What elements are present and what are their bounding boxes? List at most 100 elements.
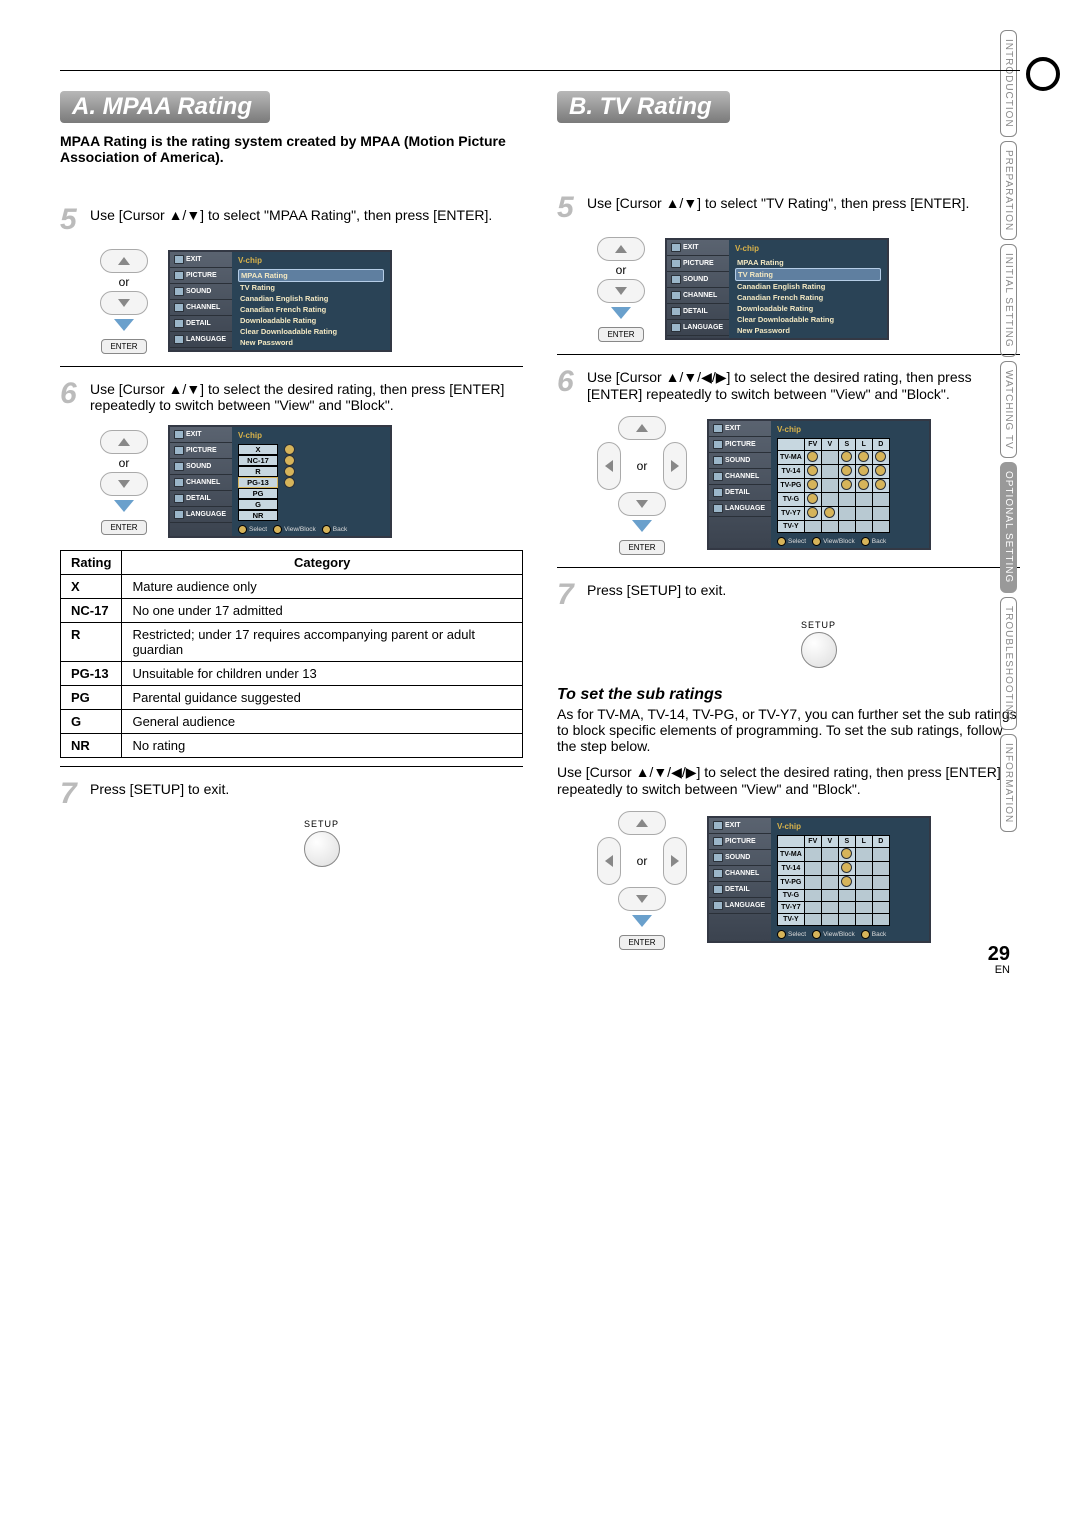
a-step7-text: Press [SETUP] to exit. [90, 781, 229, 809]
lock-icon [284, 444, 295, 455]
cursor-left-icon [597, 442, 621, 490]
hdr: V [821, 439, 838, 451]
osd-side-sound: SOUND [186, 288, 211, 295]
hdr: D [872, 836, 889, 848]
osd-side: EXIT [725, 822, 741, 829]
osd-side: DETAIL [725, 489, 750, 496]
osd-item-mpaa-rating: MPAA Rating [238, 269, 384, 282]
osd-item: Downloadable Rating [238, 315, 384, 326]
osd-rating-nc17: NC-17 [238, 455, 278, 466]
row: TV-PG [778, 876, 805, 890]
row: TV-Y [778, 521, 805, 533]
row: TV-14 [778, 465, 805, 479]
osd-mpaa-ratings: EXIT PICTURE SOUND CHANNEL DETAIL LANGUA… [168, 425, 392, 538]
osd-rating-r: R [238, 466, 278, 477]
or-label: or [597, 263, 645, 277]
osd-status: Back [872, 931, 886, 938]
hdr: V [821, 836, 838, 848]
row: TV-G [778, 493, 805, 507]
osd-side: CHANNEL [725, 870, 759, 877]
lock-icon [284, 455, 295, 466]
osd-status: View/Block [823, 931, 855, 938]
osd-item-tv-rating: TV Rating [735, 268, 881, 281]
side-tab-initial-setting: INITIAL SETTING [1000, 244, 1017, 357]
side-tab-introduction: INTRODUCTION [1000, 30, 1017, 137]
a-step6-text: Use [Cursor ▲/▼] to select the desired r… [90, 381, 523, 413]
osd-item: Canadian English Rating [238, 293, 384, 304]
section-b-title: B. TV Rating [557, 91, 730, 123]
column-a: A. MPAA Rating MPAA Rating is the rating… [60, 91, 523, 962]
setup-label: SETUP [617, 620, 1020, 630]
dpad-cluster: or ENTER [597, 809, 687, 950]
osd-side: SOUND [725, 854, 750, 861]
osd-side: LANGUAGE [683, 324, 723, 331]
osd-side: EXIT [186, 431, 202, 438]
osd-side-exit: EXIT [186, 256, 202, 263]
cursor-down-icon [100, 472, 148, 496]
step-number-6: 6 [557, 367, 579, 402]
cursor-down-icon [618, 492, 666, 516]
side-tab-troubleshooting: TROUBLESHOOTING [1000, 597, 1017, 731]
enter-button-icon: ENTER [101, 339, 146, 354]
osd-side: PICTURE [725, 838, 756, 845]
row: TV-Y [778, 914, 805, 926]
b-step6-text: Use [Cursor ▲/▼/◀/▶] to select the desir… [587, 369, 1020, 402]
osd-side-language: LANGUAGE [186, 336, 226, 343]
osd-side: LANGUAGE [725, 902, 765, 909]
osd-side: LANGUAGE [725, 505, 765, 512]
row: TV-MA [778, 451, 805, 465]
step-number-7: 7 [60, 779, 82, 809]
press-indicator-icon [114, 319, 134, 331]
osd-side: LANGUAGE [186, 511, 226, 518]
or-label: or [637, 459, 648, 473]
hdr: S [838, 439, 855, 451]
osd-item: Clear Downloadable Rating [735, 314, 881, 325]
osd-item: New Password [735, 325, 881, 336]
row: TV-PG [778, 479, 805, 493]
subratings-heading: To set the sub ratings [557, 686, 1020, 704]
table-header-rating: Rating [61, 551, 122, 575]
side-tabs: INTRODUCTION PREPARATION INITIAL SETTING… [1000, 30, 1080, 836]
lock-icon [284, 477, 295, 488]
cell: NC-17 [61, 599, 122, 623]
side-tab-preparation: PREPARATION [1000, 141, 1017, 240]
osd-side: SOUND [186, 463, 211, 470]
row: TV-G [778, 890, 805, 902]
page-footer: 29 EN [988, 943, 1010, 976]
cursor-down-icon [597, 279, 645, 303]
osd-rating-x: X [238, 444, 278, 455]
osd-status-viewblock: View/Block [284, 526, 316, 533]
setup-cluster: SETUP [120, 819, 523, 867]
step-number-5: 5 [557, 193, 579, 223]
osd-side-detail: DETAIL [186, 320, 211, 327]
b-step6: 6 Use [Cursor ▲/▼/◀/▶] to select the des… [557, 367, 1020, 402]
hdr: D [872, 439, 889, 451]
osd-status: Select [788, 538, 806, 545]
osd-rating-pg: PG [238, 488, 278, 499]
osd-item: Downloadable Rating [735, 303, 881, 314]
setup-label: SETUP [120, 819, 523, 829]
osd-side: EXIT [683, 244, 699, 251]
a-step6: 6 Use [Cursor ▲/▼] to select the desired… [60, 379, 523, 413]
row: TV-Y7 [778, 902, 805, 914]
cell: No rating [122, 734, 523, 758]
cell: No one under 17 admitted [122, 599, 523, 623]
or-label: or [100, 456, 148, 470]
osd-tv-ratings-grid: EXIT PICTURE SOUND CHANNEL DETAIL LANGUA… [707, 419, 931, 550]
side-tab-watching-tv: WATCHING TV [1000, 361, 1017, 459]
osd-side: CHANNEL [683, 292, 717, 299]
cursor-up-icon [597, 237, 645, 261]
b-step5-text: Use [Cursor ▲/▼] to select "TV Rating", … [587, 195, 969, 223]
press-indicator-icon [114, 500, 134, 512]
enter-button-icon: ENTER [101, 520, 146, 535]
osd-title: V-chip [777, 425, 923, 434]
updown-cluster: or ENTER [597, 235, 645, 342]
cursor-up-icon [100, 249, 148, 273]
press-indicator-icon [632, 915, 652, 927]
osd-rating-nr: NR [238, 510, 278, 521]
b-step7: 7 Press [SETUP] to exit. [557, 580, 1020, 610]
osd-side: PICTURE [683, 260, 714, 267]
osd-side: CHANNEL [725, 473, 759, 480]
cell: General audience [122, 710, 523, 734]
osd-side: DETAIL [186, 495, 211, 502]
